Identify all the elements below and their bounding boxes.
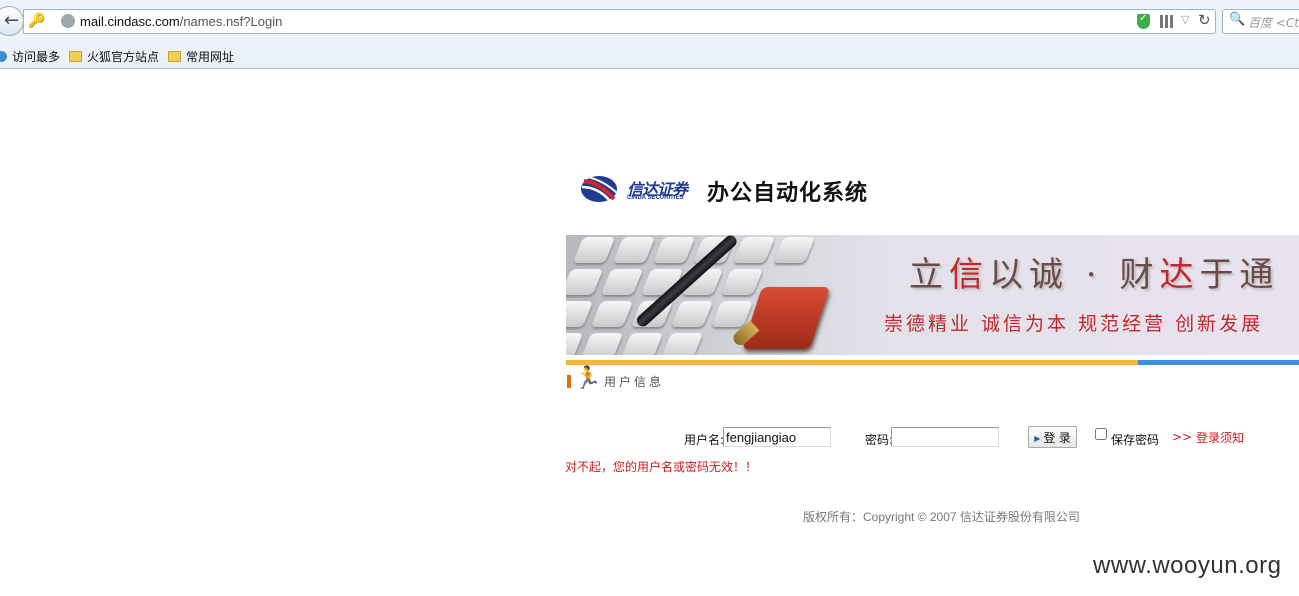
username-label: 用户名: [684, 433, 725, 447]
reload-icon[interactable]: ↻ [1198, 11, 1211, 29]
banner-image: 立信以诚 · 财达于通 崇德精业 诚信为本 规范经营 创新发展 [566, 235, 1299, 355]
url-domain: mail.cindasc.com [80, 14, 180, 29]
copyright-text: 版权所有：Copyright © 2007 信达证券股份有限公司 [803, 510, 1080, 524]
password-label: 密码: [865, 433, 894, 447]
browser-nav-bar: ← 🔑 mail.cindasc.com/names.nsf?Login ▽ ↻… [0, 0, 1299, 42]
search-icon: 🔍 [1229, 12, 1246, 27]
username-input[interactable] [723, 427, 831, 447]
globe-icon [0, 51, 7, 62]
play-triangle-icon: ▶ [1034, 433, 1041, 443]
back-arrow-icon: ← [4, 10, 20, 31]
divider-bar-orange [566, 360, 1138, 365]
watermark: www.wooyun.org [1093, 552, 1282, 579]
cinda-logo-icon [581, 176, 618, 202]
section-title: 用户信息 [604, 375, 665, 389]
folder-icon [168, 51, 181, 62]
save-password-checkbox[interactable] [1095, 428, 1107, 440]
key-icon[interactable]: 🔑 [28, 13, 45, 29]
login-button[interactable]: ▶ 登 录 [1028, 426, 1077, 448]
password-input[interactable] [891, 427, 999, 447]
back-button[interactable]: ← [0, 6, 24, 36]
url-text[interactable]: mail.cindasc.com/names.nsf?Login [80, 14, 282, 29]
address-bar[interactable]: 🔑 mail.cindasc.com/names.nsf?Login ▽ ↻ [23, 9, 1216, 34]
double-arrow-icon: >> [1172, 430, 1193, 444]
page-title: 办公自动化系统 [707, 180, 869, 206]
bookmark-label: 火狐官方站点 [87, 50, 160, 64]
login-notice-link[interactable]: 登录须知 [1196, 429, 1244, 446]
save-password-label[interactable]: 保存密码 [1111, 431, 1159, 448]
red-key [741, 287, 831, 349]
qr-code-icon[interactable] [1160, 15, 1173, 28]
logo-text-en: CINDA SECURITIES [627, 195, 684, 201]
banner-slogan-sub: 崇德精业 诚信为本 规范经营 创新发展 [884, 313, 1264, 335]
bookmark-most-visited[interactable]: 访问最多 [0, 48, 60, 64]
search-placeholder: 百度 <Ctrl+K> [1248, 16, 1299, 30]
login-button-label: 登 录 [1043, 430, 1071, 445]
running-person-icon: 🏃 [574, 366, 602, 391]
url-path: /names.nsf?Login [179, 14, 283, 29]
shield-icon[interactable] [1137, 13, 1150, 29]
folder-icon [69, 51, 82, 62]
bookmark-label: 访问最多 [12, 50, 61, 64]
bookmark-firefox-official[interactable]: 火狐官方站点 [69, 48, 159, 64]
banner-slogan-main: 立信以诚 · 财达于通 [909, 255, 1280, 295]
section-marker [567, 375, 571, 388]
error-message: 对不起，您的用户名或密码无效！！ [565, 460, 758, 474]
bookmark-common-sites[interactable]: 常用网址 [168, 48, 234, 64]
divider-bar-blue [1138, 360, 1299, 365]
bookmark-label: 常用网址 [186, 50, 235, 64]
chevron-down-icon[interactable]: ▽ [1181, 13, 1189, 26]
bookmarks-bar: 访问最多 火狐官方站点 常用网址 [0, 42, 1299, 69]
search-box[interactable]: 🔍 百度 <Ctrl+K> [1222, 9, 1299, 34]
globe-icon [61, 14, 75, 28]
keyboard-illustration [566, 235, 896, 355]
